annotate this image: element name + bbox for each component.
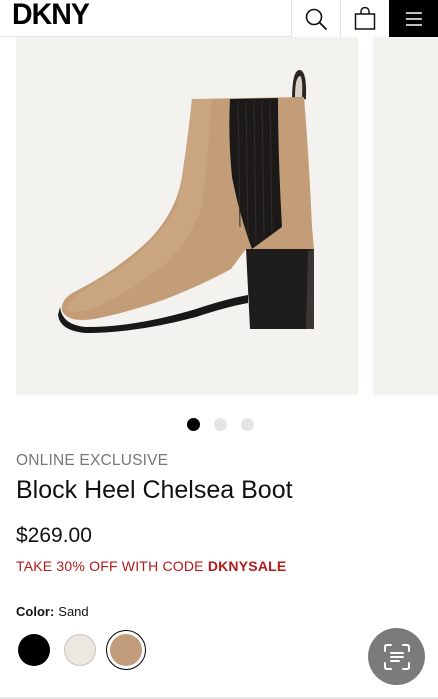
menu-button[interactable]: [389, 0, 438, 37]
bag-icon: [354, 6, 376, 30]
swatch-fill: [110, 634, 142, 666]
promo-code: DKNYSALE: [207, 558, 287, 574]
next-product-image[interactable]: [373, 37, 438, 395]
online-exclusive-badge: ONLINE EXCLUSIVE: [16, 452, 169, 469]
color-swatch-cream[interactable]: [60, 630, 100, 670]
selected-color-name: Sand: [58, 604, 89, 619]
product-title: Block Heel Chelsea Boot: [16, 476, 293, 504]
pagination-dot-3[interactable]: [241, 418, 254, 431]
gallery-pagination: [187, 418, 257, 432]
color-label: Color:: [16, 604, 55, 619]
boot-illustration: [58, 69, 315, 333]
color-swatch-black[interactable]: [14, 630, 54, 670]
product-price: $269.00: [16, 524, 92, 547]
product-image[interactable]: [16, 37, 358, 395]
promo-message: TAKE 30% OFF WITH CODE DKNYSALE: [16, 558, 286, 574]
shopping-bag-button[interactable]: [340, 0, 389, 37]
scan-text-button[interactable]: [368, 628, 425, 685]
swatch-fill: [18, 634, 50, 666]
scan-text-icon: [383, 643, 410, 670]
color-selector-label: Color: Sand: [16, 604, 89, 619]
swatch-fill: [64, 634, 96, 666]
pagination-dot-2[interactable]: [214, 418, 227, 431]
search-button[interactable]: [291, 0, 340, 37]
search-icon: [305, 8, 327, 30]
dkny-logo[interactable]: DKNY: [12, 0, 90, 30]
menu-icon: [405, 11, 422, 26]
promo-text: TAKE 30% OFF WITH CODE: [16, 558, 208, 574]
top-nav: DKNY: [0, 0, 438, 37]
color-swatch-sand[interactable]: [106, 630, 146, 670]
pagination-dot-1[interactable]: [187, 418, 200, 431]
